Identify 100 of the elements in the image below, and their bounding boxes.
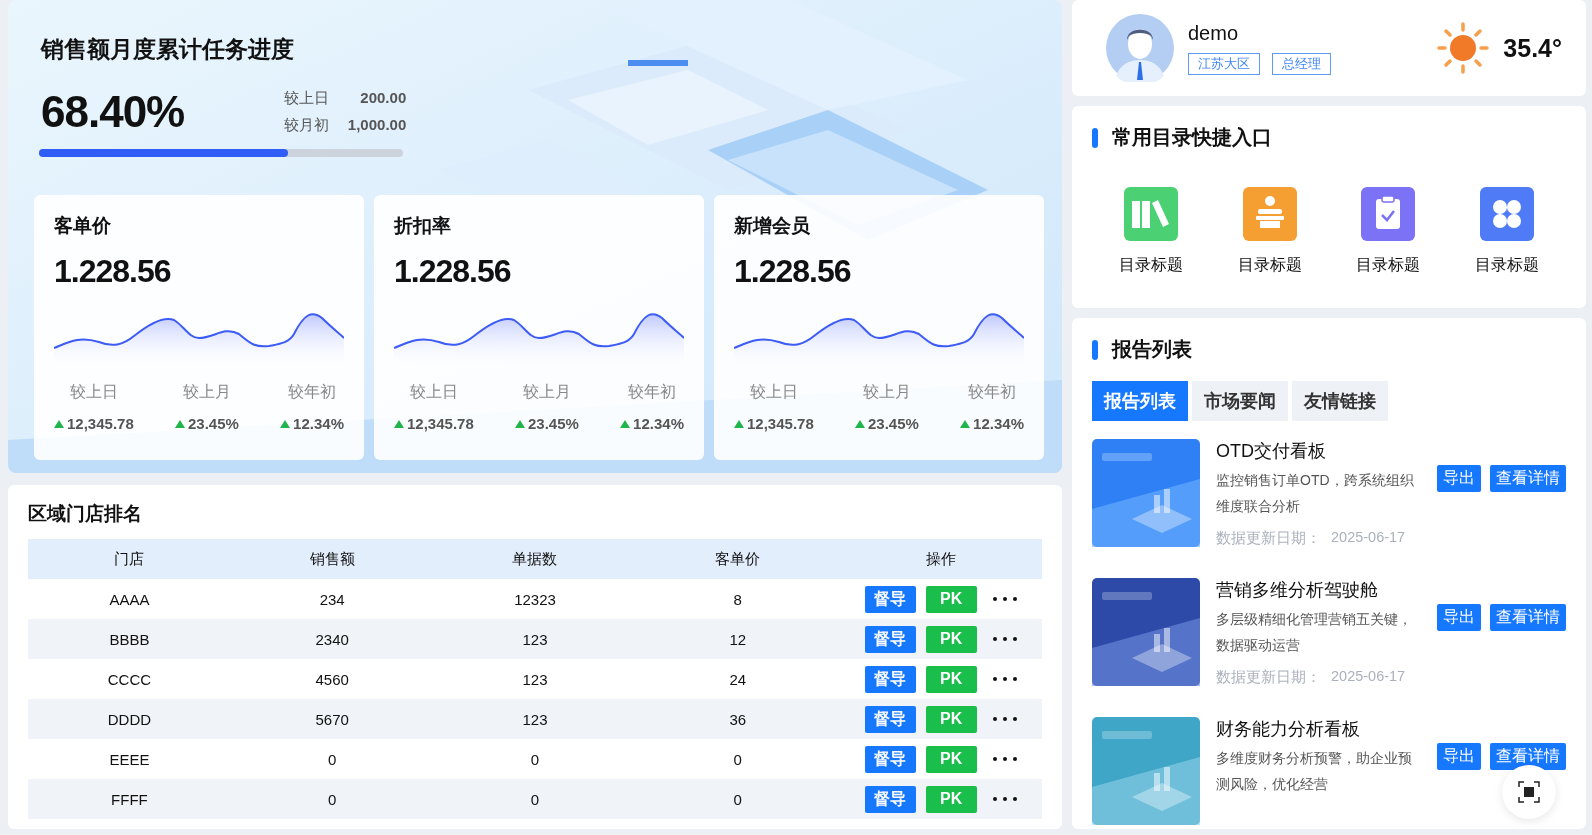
more-icon[interactable] bbox=[992, 597, 1017, 601]
table-cell: CCCC bbox=[107, 670, 152, 688]
stat-label: 较上日 bbox=[69, 382, 118, 402]
table-cell: 12 bbox=[729, 630, 747, 648]
compare-value: 200.00 bbox=[360, 89, 407, 108]
more-icon[interactable] bbox=[992, 797, 1017, 801]
section-title: 常用目录快捷入口 bbox=[1112, 125, 1272, 150]
report-description: 多层级精细化管理营销五关键，数据驱动运营 bbox=[1216, 610, 1413, 655]
column-header: 门店 bbox=[114, 549, 145, 567]
table-cell: 0 bbox=[530, 790, 540, 808]
stat-label: 较上月 bbox=[522, 382, 571, 402]
section-title: 报告列表 bbox=[1112, 337, 1192, 362]
table-cell: 36 bbox=[729, 710, 747, 728]
pk-button[interactable]: PK bbox=[925, 665, 977, 693]
table-cell: DDDD bbox=[107, 710, 152, 728]
table-cell: 123 bbox=[522, 710, 548, 728]
metric-value: 1.228.56 bbox=[394, 253, 512, 290]
table-cell: 12323 bbox=[514, 590, 556, 608]
more-icon[interactable] bbox=[992, 757, 1017, 761]
accent-bar bbox=[1092, 127, 1098, 148]
date-label: 数据更新日期： bbox=[1216, 529, 1321, 548]
stat-value: 12,345.78 bbox=[407, 415, 474, 432]
report-title[interactable]: 财务能力分析看板 bbox=[1216, 717, 1421, 741]
compare-label: 较月初 bbox=[284, 116, 330, 135]
pk-button[interactable]: PK bbox=[925, 625, 977, 653]
stat-label: 较上日 bbox=[409, 382, 458, 402]
table-cell: 0 bbox=[328, 790, 337, 808]
table-cell: 234 bbox=[319, 590, 345, 608]
shortcut-item[interactable]: 目录标题 bbox=[1210, 187, 1329, 276]
sun-icon bbox=[1437, 22, 1490, 74]
more-icon[interactable] bbox=[992, 677, 1017, 681]
supervise-button[interactable]: 督导 bbox=[864, 705, 916, 733]
table-cell: 123 bbox=[522, 630, 548, 648]
date-label: 数据更新日期： bbox=[1216, 668, 1321, 687]
tab[interactable]: 报告列表 bbox=[1092, 381, 1188, 421]
table-cell: 2340 bbox=[315, 630, 349, 648]
stat-value: 12.34% bbox=[973, 415, 1024, 432]
table-cell: 0 bbox=[328, 750, 337, 768]
accent-bar bbox=[1092, 339, 1098, 360]
table-cell: 0 bbox=[733, 790, 742, 808]
supervise-button[interactable]: 督导 bbox=[864, 585, 916, 613]
table-cell: 8 bbox=[733, 590, 742, 608]
stat-label: 较年初 bbox=[288, 382, 337, 402]
fullscreen-button[interactable] bbox=[1502, 765, 1556, 819]
role-tag: 江苏大区 bbox=[1188, 52, 1260, 75]
more-icon[interactable] bbox=[992, 637, 1017, 641]
stat-label: 较年初 bbox=[628, 382, 677, 402]
supervise-button[interactable]: 督导 bbox=[864, 665, 916, 693]
section-title: 区域门店排名 bbox=[28, 502, 143, 526]
table-cell: BBBB bbox=[109, 630, 150, 648]
supervise-button[interactable]: 督导 bbox=[864, 785, 916, 813]
pk-button[interactable]: PK bbox=[925, 785, 977, 813]
pk-button[interactable]: PK bbox=[925, 705, 977, 733]
report-title[interactable]: OTD交付看板 bbox=[1216, 439, 1421, 463]
shortcut-item[interactable]: 目录标题 bbox=[1092, 187, 1211, 276]
stat-value: 12,345.78 bbox=[747, 415, 814, 432]
stat-value: 12.34% bbox=[293, 415, 344, 432]
update-date: 2025-06-17 bbox=[1331, 529, 1406, 547]
column-header: 客单价 bbox=[715, 549, 761, 567]
compare-label: 较上日 bbox=[284, 89, 330, 108]
fullscreen-icon bbox=[1518, 781, 1540, 803]
stat-label: 较年初 bbox=[968, 382, 1017, 402]
supervise-button[interactable]: 督导 bbox=[864, 625, 916, 653]
details-button[interactable]: 查看详情 bbox=[1490, 604, 1566, 631]
report-description: 监控销售订单OTD，跨系统组织维度联合分析 bbox=[1216, 471, 1415, 516]
report-description: 多维度财务分析预警，助企业预测风险，优化经营 bbox=[1216, 749, 1413, 794]
tab[interactable]: 市场要闻 bbox=[1192, 381, 1288, 421]
export-button[interactable]: 导出 bbox=[1437, 604, 1481, 631]
card-title: 折扣率 bbox=[394, 214, 452, 238]
metric-value: 1.228.56 bbox=[734, 253, 852, 290]
column-header: 销售额 bbox=[309, 549, 355, 567]
export-button[interactable]: 导出 bbox=[1437, 465, 1481, 492]
stat-value: 12.34% bbox=[633, 415, 684, 432]
shortcut-item[interactable]: 目录标题 bbox=[1447, 187, 1566, 276]
more-icon[interactable] bbox=[992, 717, 1017, 721]
card-title: 客单价 bbox=[54, 214, 112, 238]
stat-label: 较上月 bbox=[862, 382, 911, 402]
report-title[interactable]: 营销多维分析驾驶舱 bbox=[1216, 578, 1421, 602]
update-date: 2025-06-17 bbox=[1331, 668, 1406, 686]
tab[interactable]: 友情链接 bbox=[1292, 381, 1388, 421]
supervise-button[interactable]: 督导 bbox=[864, 745, 916, 773]
shortcut-item[interactable]: 目录标题 bbox=[1329, 187, 1448, 276]
metric-value: 1.228.56 bbox=[54, 253, 172, 290]
table-cell: 5670 bbox=[315, 710, 349, 728]
pk-button[interactable]: PK bbox=[925, 745, 977, 773]
user-name: demo bbox=[1188, 21, 1240, 45]
table-cell: FFFF bbox=[111, 790, 148, 808]
temperature: 35.4° bbox=[1503, 33, 1562, 63]
details-button[interactable]: 查看详情 bbox=[1490, 743, 1566, 770]
table-cell: 4560 bbox=[315, 670, 349, 688]
progress-value: 68.40% bbox=[41, 87, 185, 137]
pk-button[interactable]: PK bbox=[925, 585, 977, 613]
table-cell: AAAA bbox=[109, 590, 150, 608]
stat-label: 较上月 bbox=[182, 382, 231, 402]
role-tag: 总经理 bbox=[1272, 52, 1331, 75]
column-header: 操作 bbox=[925, 549, 956, 567]
export-button[interactable]: 导出 bbox=[1437, 743, 1481, 770]
details-button[interactable]: 查看详情 bbox=[1490, 465, 1566, 492]
table-cell: 0 bbox=[530, 750, 540, 768]
panel-title: 销售额月度累计任务进度 bbox=[41, 35, 295, 64]
